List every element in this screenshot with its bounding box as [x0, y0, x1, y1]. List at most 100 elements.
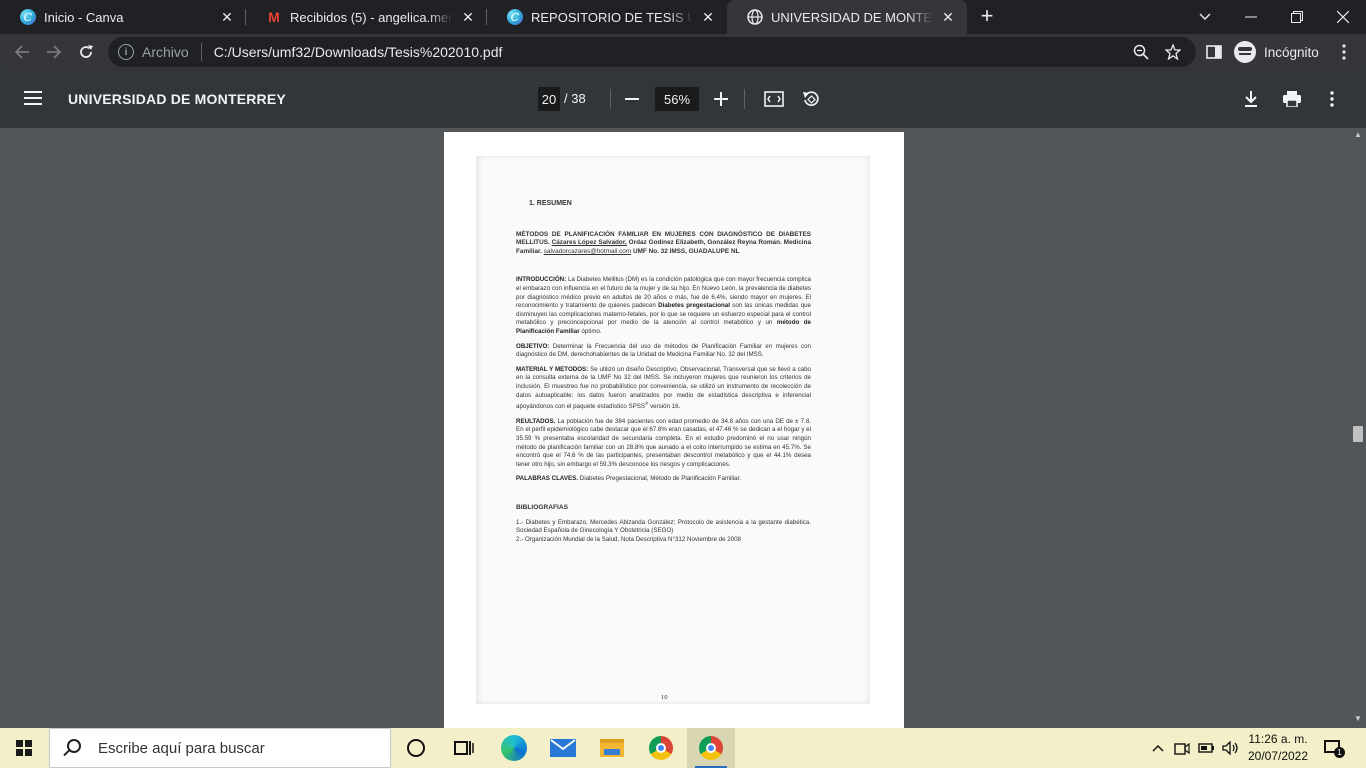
author-email: salvadorcazares@hotmail.com — [543, 247, 632, 255]
incognito-profile-button[interactable]: Incógnito — [1234, 39, 1319, 65]
objective-text: Determinar la Frecuencia del uso de méto… — [516, 342, 811, 359]
close-icon[interactable]: ✕ — [699, 8, 717, 26]
scrollbar-thumb[interactable] — [1353, 426, 1363, 442]
total-pages: 38 — [571, 91, 586, 106]
meet-now-icon[interactable] — [1172, 728, 1192, 768]
browser-menu-icon[interactable] — [1330, 38, 1358, 66]
rotate-icon[interactable] — [797, 85, 825, 113]
print-icon[interactable] — [1278, 85, 1306, 113]
introduction-paragraph: INTRODUCCIÓN: La Diabetes Mellitus (DM) … — [516, 276, 811, 336]
more-options-icon[interactable] — [1318, 85, 1346, 113]
results-text: La población fue de 384 pacientes con ed… — [516, 417, 811, 468]
tab-search-chevron-icon[interactable] — [1182, 0, 1228, 34]
zoom-out-icon[interactable] — [618, 85, 646, 113]
start-button[interactable] — [0, 728, 48, 768]
canva-icon: C — [20, 9, 36, 25]
task-view-icon — [454, 741, 474, 755]
search-icon — [62, 739, 81, 757]
cortana-icon — [407, 739, 425, 757]
tab-universidad-active[interactable]: UNIVERSIDAD DE MONTERREY ✕ — [727, 0, 967, 34]
mail-app-button[interactable] — [539, 728, 587, 768]
scheme-label: Archivo — [142, 44, 189, 60]
close-icon[interactable]: ✕ — [939, 8, 957, 26]
intro-label: INTRODUCCIÓN: — [516, 276, 567, 284]
pdf-viewer[interactable]: 1. RESUMEN MÉTODOS DE PLANIFICACIÓN FAMI… — [0, 128, 1366, 728]
omnibox-divider — [200, 43, 202, 61]
url-text[interactable]: C:/Users/umf32/Downloads/Tesis%202010.pd… — [214, 44, 503, 60]
vertical-scrollbar[interactable]: ▲ ▼ — [1350, 128, 1366, 728]
reload-button[interactable] — [72, 38, 100, 66]
objective-label: OBJETIVO: — [516, 342, 550, 350]
search-placeholder: Escribe aquí para buscar — [98, 739, 265, 757]
affiliation: UMF No. 32 IMSS, GUADALUPE NL — [632, 247, 740, 255]
intro-bold: Diabetes pregestacional — [658, 302, 730, 310]
toolbar-divider — [610, 89, 611, 109]
fit-to-page-icon[interactable] — [760, 85, 788, 113]
pdf-toolbar: UNIVERSIDAD DE MONTERREY 20 / 38 56% — [0, 70, 1366, 128]
page-count: / 38 — [564, 91, 586, 106]
scroll-down-arrow-icon[interactable]: ▼ — [1353, 714, 1363, 724]
methods-superscript: ® — [645, 401, 649, 407]
pdf-title: UNIVERSIDAD DE MONTERREY — [68, 91, 286, 107]
tab-strip: C Inicio - Canva ✕ M Recibidos (5) - ang… — [0, 0, 1366, 34]
keywords-label: PALABRAS CLAVES. — [516, 475, 578, 483]
tab-gmail[interactable]: M Recibidos (5) - angelica.mendez@ ✕ — [246, 0, 487, 34]
clock-time: 11:26 a. m. — [1248, 732, 1308, 746]
results-label: REULTADOS. — [516, 417, 556, 425]
restore-button[interactable] — [1274, 0, 1320, 34]
page-separator: / — [564, 91, 568, 106]
volume-icon[interactable] — [1220, 728, 1242, 768]
edge-app-button[interactable] — [490, 728, 538, 768]
notification-badge: 1 — [1334, 747, 1345, 758]
menu-hamburger-icon[interactable] — [24, 91, 42, 105]
chrome-app-button[interactable] — [637, 728, 685, 768]
scroll-up-arrow-icon[interactable]: ▲ — [1353, 130, 1363, 140]
tab-title: Recibidos (5) - angelica.mendez@ — [290, 9, 453, 25]
keywords-paragraph: PALABRAS CLAVES. Diabetes Pregestacional… — [516, 475, 811, 484]
tab-repositorio[interactable]: C REPOSITORIO DE TESIS UMF 32 I ✕ — [487, 0, 727, 34]
methods-label: MATERIAL Y METODOS: — [516, 365, 589, 373]
canva-icon: C — [507, 9, 523, 25]
zoom-magnifier-icon[interactable] — [1128, 37, 1154, 67]
info-icon[interactable]: i — [118, 44, 134, 60]
intro-text-3: óptimo. — [581, 327, 602, 335]
close-icon[interactable]: ✕ — [459, 8, 477, 26]
bibliography-item: 2.- Organización Mundial de la Salud, No… — [516, 535, 742, 543]
battery-network-icon[interactable] — [1196, 728, 1218, 768]
section-heading: 1. RESUMEN — [529, 200, 572, 207]
page-text: 1. RESUMEN MÉTODOS DE PLANIFICACIÓN FAMI… — [516, 200, 811, 701]
minimize-button[interactable] — [1228, 0, 1274, 34]
close-window-button[interactable] — [1320, 0, 1366, 34]
tab-canva-home[interactable]: C Inicio - Canva ✕ — [0, 0, 246, 34]
zoom-in-icon[interactable] — [707, 85, 735, 113]
taskbar-search-box[interactable]: Escribe aquí para buscar — [49, 728, 391, 768]
chrome-icon — [649, 736, 673, 760]
tab-title: REPOSITORIO DE TESIS UMF 32 I — [531, 9, 693, 25]
windows-taskbar: Escribe aquí para buscar 11:26 a. m. 20/… — [0, 728, 1366, 768]
bookmark-star-icon[interactable] — [1160, 37, 1186, 67]
incognito-label: Incógnito — [1264, 44, 1319, 60]
edge-icon — [501, 735, 527, 761]
address-bar[interactable]: i Archivo C:/Users/umf32/Downloads/Tesis… — [108, 37, 1196, 67]
author-primary: Cázares López Salvador, — [551, 239, 627, 247]
zoom-input[interactable]: 56% — [655, 87, 699, 111]
notification-center-button[interactable]: 1 — [1322, 738, 1345, 758]
page-number-input[interactable]: 20 — [538, 87, 560, 111]
system-clock[interactable]: 11:26 a. m. 20/07/2022 — [1242, 731, 1314, 765]
browser-toolbar: i Archivo C:/Users/umf32/Downloads/Tesis… — [0, 34, 1366, 70]
close-icon[interactable]: ✕ — [218, 8, 236, 26]
chrome-incognito-icon — [699, 736, 723, 760]
show-hidden-icons-chevron-icon[interactable] — [1148, 728, 1168, 768]
back-button[interactable] — [8, 38, 36, 66]
task-view-button[interactable] — [440, 728, 488, 768]
cortana-button[interactable] — [392, 728, 440, 768]
download-icon[interactable] — [1237, 85, 1265, 113]
forward-button[interactable] — [40, 38, 68, 66]
windows-logo-icon — [16, 740, 32, 756]
mail-icon — [550, 739, 576, 757]
file-explorer-button[interactable] — [588, 728, 636, 768]
new-tab-button[interactable]: + — [975, 5, 999, 29]
side-panel-icon[interactable] — [1200, 38, 1228, 66]
chrome-incognito-app-button[interactable] — [687, 728, 735, 768]
bibliography-heading: BIBLIOGRAFIAS — [516, 503, 569, 511]
